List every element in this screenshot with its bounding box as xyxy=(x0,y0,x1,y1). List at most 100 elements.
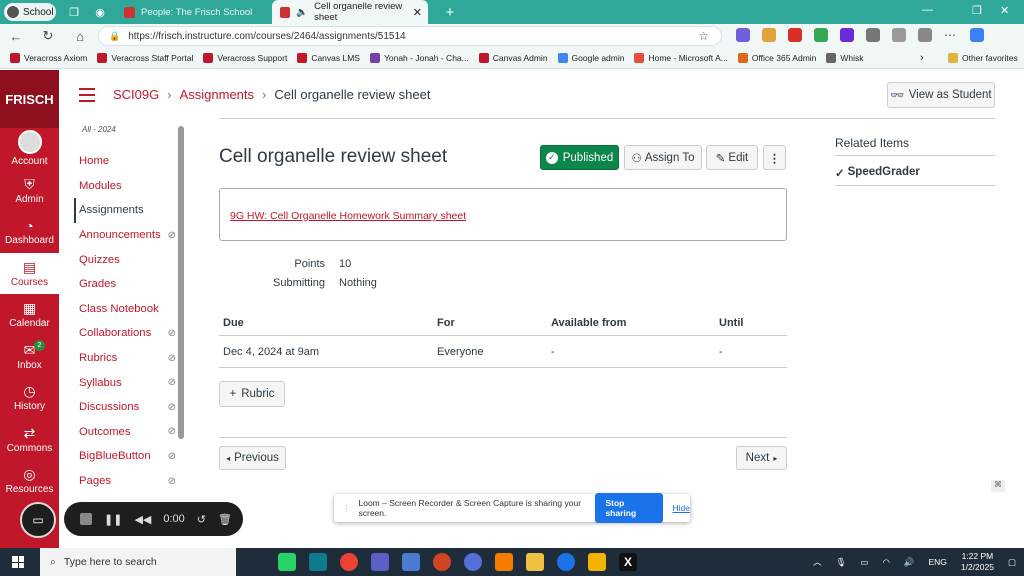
network-icon[interactable]: ▭ xyxy=(860,557,868,568)
global-nav-courses[interactable]: ▤ Courses xyxy=(0,252,59,294)
global-nav-dashboard[interactable]: ◔ Dashboard xyxy=(0,211,59,253)
volume-icon[interactable]: 🔊 xyxy=(904,557,915,568)
speaker-icon[interactable]: 🔈 xyxy=(296,7,308,18)
more-options-button[interactable]: ⋮ xyxy=(763,145,786,170)
bookmark-canvas-lms[interactable]: Canvas LMS xyxy=(297,53,360,63)
add-rubric-button[interactable]: + Rubric xyxy=(219,381,285,407)
course-nav-class-notebook[interactable]: Class Notebook xyxy=(74,297,184,322)
powerpoint-icon[interactable] xyxy=(433,553,451,571)
zoom-icon[interactable] xyxy=(557,553,575,571)
course-nav-pages[interactable]: Pages ⊘ xyxy=(74,469,184,494)
course-nav-announcements[interactable]: Announcements ⊘ xyxy=(74,223,184,248)
global-nav-inbox[interactable]: ✉ Inbox 2 xyxy=(0,336,59,378)
bookmark-veracross-staff[interactable]: Veracross Staff Portal xyxy=(97,53,193,63)
view-as-student-button[interactable]: 👓 View as Student xyxy=(887,82,995,108)
restart-icon[interactable]: ↺ xyxy=(197,513,206,526)
edge-icon[interactable] xyxy=(309,553,327,571)
course-nav-bigbluebutton[interactable]: BigBlueButton ⊘ xyxy=(74,444,184,469)
trash-icon[interactable]: 🗑 xyxy=(218,513,232,526)
published-button[interactable]: ✓ Published xyxy=(540,145,619,170)
chevron-up-icon[interactable]: ︿ xyxy=(813,556,822,568)
extension-icon[interactable] xyxy=(840,28,854,42)
tab-people[interactable]: People: The Frisch School xyxy=(116,0,272,24)
global-nav-account[interactable]: Account xyxy=(0,128,59,170)
course-nav-syllabus[interactable]: Syllabus ⊘ xyxy=(74,370,184,395)
refresh-icon[interactable]: ↻ xyxy=(38,28,58,44)
course-nav-home[interactable]: Home xyxy=(74,149,184,174)
copilot-icon[interactable] xyxy=(970,28,984,42)
bookmark-veracross-support[interactable]: Veracross Support xyxy=(203,53,287,63)
breadcrumb-course[interactable]: SCI09G xyxy=(113,87,159,102)
language-indicator[interactable]: ENG xyxy=(928,557,946,567)
other-favorites[interactable]: Other favorites xyxy=(948,53,1018,63)
notifications-icon[interactable]: ▢ xyxy=(1008,557,1016,568)
course-nav-modules[interactable]: Modules xyxy=(74,174,184,199)
pause-icon[interactable]: ❚❚ xyxy=(104,513,122,526)
media-tab-icon[interactable]: ◉ xyxy=(92,4,108,20)
close-tab-icon[interactable]: ✕ xyxy=(413,6,422,19)
drag-handle-icon[interactable]: ⋮ xyxy=(342,503,351,514)
profile-button[interactable]: School xyxy=(4,3,56,21)
back-icon[interactable]: ← xyxy=(6,29,26,44)
close-window-icon[interactable]: ✕ xyxy=(1000,4,1009,17)
collections-icon[interactable] xyxy=(918,28,932,42)
tab-cell-organelle[interactable]: 🔈 Cell organelle review sheet ✕ xyxy=(272,0,428,24)
favorite-star-icon[interactable]: ☆ xyxy=(698,29,709,43)
whatsapp-icon[interactable] xyxy=(278,553,296,571)
description-link[interactable]: 9G HW: Cell Organelle Homework Summary s… xyxy=(230,210,466,222)
microphone-icon[interactable]: 🎙 xyxy=(836,557,847,568)
course-nav-outcomes[interactable]: Outcomes ⊘ xyxy=(74,420,184,445)
course-nav-discussions[interactable]: Discussions ⊘ xyxy=(74,395,184,420)
clock[interactable]: 1:22 PM 1/2/2025 xyxy=(961,551,994,573)
bookmark-microsoft[interactable]: Home - Microsoft A... xyxy=(634,53,728,63)
hamburger-menu-icon[interactable] xyxy=(79,88,95,106)
previous-button[interactable]: ◂ Previous xyxy=(219,446,286,470)
rewind-icon[interactable]: ◀◀ xyxy=(134,513,151,526)
course-nav-quizzes[interactable]: Quizzes xyxy=(74,247,184,272)
settings-icon[interactable] xyxy=(464,553,482,571)
global-nav-calendar[interactable]: ▦ Calendar xyxy=(0,294,59,336)
file-explorer-icon[interactable] xyxy=(526,553,544,571)
extension-icon[interactable] xyxy=(788,28,802,42)
new-tab-icon[interactable]: + xyxy=(442,4,458,21)
course-nav-grades[interactable]: Grades xyxy=(74,272,184,297)
next-button[interactable]: Next ▸ xyxy=(736,446,787,470)
extensions-icon[interactable] xyxy=(866,28,880,42)
assign-to-button[interactable]: ⚇ Assign To xyxy=(624,145,702,170)
windows-start-icon[interactable] xyxy=(12,556,24,568)
home-icon[interactable]: ⌂ xyxy=(70,29,90,44)
camera-toggle-button[interactable]: ▭ xyxy=(20,502,56,538)
address-bar[interactable]: 🔒 https://frisch.instructure.com/courses… xyxy=(98,26,722,46)
restore-icon[interactable]: ❐ xyxy=(972,4,982,17)
global-nav-history[interactable]: ◷ History xyxy=(0,377,59,419)
wifi-icon[interactable]: ◠ xyxy=(882,557,889,568)
app-icon[interactable] xyxy=(495,553,513,571)
extension-icon[interactable] xyxy=(736,28,750,42)
minimize-icon[interactable]: — xyxy=(922,4,933,16)
school-logo[interactable]: FRISCH xyxy=(0,70,59,128)
app-icon[interactable] xyxy=(402,553,420,571)
bookmark-yonah[interactable]: Yonah - Jonah - Cha... xyxy=(369,53,469,63)
extension-icon[interactable] xyxy=(762,28,776,42)
bookmark-whisk[interactable]: Whisk xyxy=(826,53,864,63)
app-icon[interactable] xyxy=(588,553,606,571)
teams-icon[interactable] xyxy=(371,553,389,571)
speedgrader-link[interactable]: ✓ SpeedGrader xyxy=(835,166,920,180)
bookmark-office-admin[interactable]: Office 365 Admin xyxy=(737,53,816,63)
bookmark-google-admin[interactable]: Google admin xyxy=(557,53,624,63)
favorites-icon[interactable] xyxy=(892,28,906,42)
lock-icon[interactable]: 🔒 xyxy=(109,31,120,42)
taskbar-search[interactable]: ⌕ Type here to search xyxy=(40,548,236,576)
global-nav-admin[interactable]: ⛨ Admin xyxy=(0,170,59,212)
stop-recording-button[interactable] xyxy=(80,513,92,525)
global-nav-resources[interactable]: ◎ Resources xyxy=(0,460,59,502)
chrome-icon[interactable] xyxy=(340,553,358,571)
course-nav-collaborations[interactable]: Collaborations ⊘ xyxy=(74,321,184,346)
x-icon[interactable]: X xyxy=(619,553,637,571)
more-menu-icon[interactable]: ⋯ xyxy=(944,28,958,42)
global-nav-commons[interactable]: ⇄ Commons xyxy=(0,419,59,461)
breadcrumb-assignments[interactable]: Assignments xyxy=(180,87,254,102)
extension-icon[interactable] xyxy=(814,28,828,42)
feedback-icon[interactable]: ⌘ xyxy=(991,480,1005,492)
course-nav-assignments[interactable]: Assignments xyxy=(74,198,184,223)
